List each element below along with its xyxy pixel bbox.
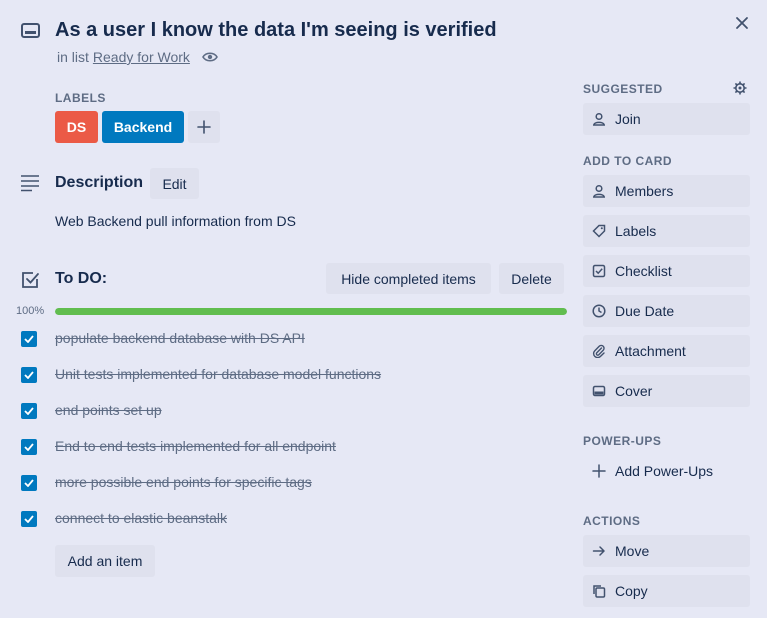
add-power-ups-button[interactable]: Add Power-Ups (583, 455, 750, 487)
close-icon[interactable] (734, 15, 750, 31)
label-backend[interactable]: Backend (102, 111, 184, 143)
delete-checklist-button[interactable]: Delete (499, 263, 564, 294)
checklist-button[interactable]: Checklist (583, 255, 750, 287)
cover-icon (583, 384, 615, 398)
checklist-item: End to end tests implemented for all end… (0, 433, 570, 461)
labels-heading: LABELS (55, 91, 106, 105)
join-button[interactable]: Join (583, 103, 750, 135)
description-text[interactable]: Web Backend pull information from DS (55, 213, 296, 229)
labels-label: Labels (615, 223, 657, 239)
paperclip-icon (583, 344, 615, 358)
copy-button[interactable]: Copy (583, 575, 750, 607)
hide-completed-button[interactable]: Hide completed items (326, 263, 491, 294)
attachment-button[interactable]: Attachment (583, 335, 750, 367)
add-label-button[interactable] (188, 111, 220, 143)
checklist-item-text[interactable]: populate backend database with DS API (55, 330, 305, 346)
checklist-icon (21, 270, 41, 290)
add-item-button[interactable]: Add an item (55, 545, 155, 577)
clock-icon (583, 304, 615, 318)
power-ups-heading: POWER-UPS (583, 434, 662, 448)
add-power-ups-label: Add Power-Ups (615, 463, 714, 479)
person-icon (583, 184, 615, 198)
card-title[interactable]: As a user I know the data I'm seeing is … (55, 19, 497, 42)
description-icon (20, 174, 40, 192)
list-prefix: in list (57, 49, 89, 65)
checklist-item-text[interactable]: more possible end points for specific ta… (55, 474, 312, 490)
progress-percent: 100% (16, 305, 45, 317)
checklist-item-text[interactable]: end points set up (55, 402, 162, 418)
plus-icon (583, 464, 615, 478)
suggested-heading: SUGGESTED (583, 82, 663, 96)
add-to-card-heading: ADD TO CARD (583, 154, 673, 168)
actions-heading: ACTIONS (583, 514, 641, 528)
arrow-right-icon (583, 544, 615, 558)
join-label: Join (615, 111, 641, 127)
gear-icon[interactable] (733, 81, 747, 95)
checkbox[interactable] (21, 403, 37, 419)
list-link[interactable]: Ready for Work (93, 49, 190, 65)
progress-fill (55, 308, 567, 315)
list-breadcrumb: in list Ready for Work (57, 49, 218, 65)
due-date-label: Due Date (615, 303, 675, 319)
due-date-button[interactable]: Due Date (583, 295, 750, 327)
description-heading: Description (55, 174, 144, 191)
person-icon (583, 112, 615, 126)
checkbox-icon (583, 264, 615, 278)
labels-button[interactable]: Labels (583, 215, 750, 247)
plus-icon (197, 120, 211, 134)
checklist-item: Unit tests implemented for database mode… (0, 361, 570, 389)
checklist-item: more possible end points for specific ta… (0, 469, 570, 497)
checklist-item-text[interactable]: connect to elastic beanstalk (55, 510, 227, 526)
tag-icon (583, 224, 615, 238)
members-label: Members (615, 183, 674, 199)
move-label: Move (615, 543, 650, 559)
card-icon (20, 21, 42, 41)
checkbox[interactable] (21, 511, 37, 527)
checkbox[interactable] (21, 439, 37, 455)
checklist-item: populate backend database with DS API (0, 325, 570, 353)
move-button[interactable]: Move (583, 535, 750, 567)
description-edit-button[interactable]: Edit (150, 168, 199, 199)
checklist-item-text[interactable]: End to end tests implemented for all end… (55, 438, 336, 454)
checklist-item: end points set up (0, 397, 570, 425)
eye-icon[interactable] (201, 50, 218, 64)
progress-bar (55, 308, 567, 315)
copy-icon (583, 584, 615, 598)
members-button[interactable]: Members (583, 175, 750, 207)
checklist-title[interactable]: To DO: (55, 270, 107, 288)
copy-label: Copy (615, 583, 648, 599)
checklist-label: Checklist (615, 263, 672, 279)
checkbox[interactable] (21, 475, 37, 491)
cover-label: Cover (615, 383, 653, 399)
checkbox[interactable] (21, 331, 37, 347)
attachment-label: Attachment (615, 343, 686, 359)
checkbox[interactable] (21, 367, 37, 383)
cover-button[interactable]: Cover (583, 375, 750, 407)
label-ds[interactable]: DS (55, 111, 98, 143)
checklist-item: connect to elastic beanstalk (0, 505, 570, 533)
checklist-item-text[interactable]: Unit tests implemented for database mode… (55, 366, 381, 382)
